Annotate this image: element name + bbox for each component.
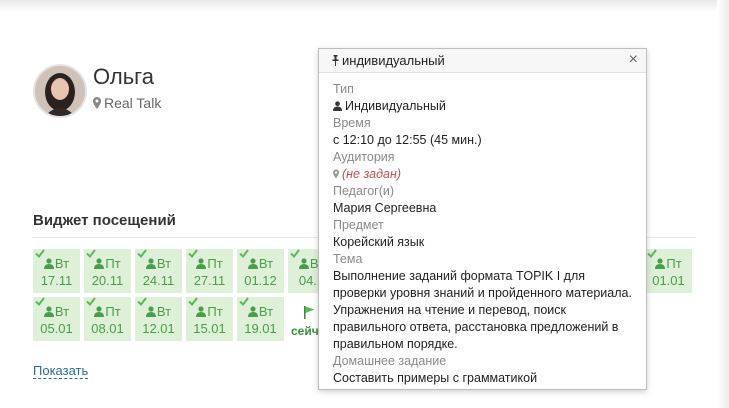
user-icon	[145, 258, 156, 269]
tile-date: 12.01	[142, 321, 175, 336]
attendance-tile[interactable]: Вт 24.11	[135, 249, 182, 293]
tile-day: Вт	[258, 304, 274, 319]
profile-school: Real Talk	[93, 95, 161, 111]
type-value-text: Индивидуальный	[345, 99, 446, 113]
user-icon	[145, 306, 156, 317]
attendance-tile[interactable]: Вт 12.01	[135, 297, 182, 341]
widget-title: Виджет посещений	[33, 212, 176, 229]
user-icon	[43, 258, 54, 269]
attendance-tile[interactable]: Вт 05.01	[33, 297, 80, 341]
homework-value: Составить примеры с грамматикой	[333, 371, 538, 385]
attendance-tile[interactable]: Пт 15.01	[186, 297, 233, 341]
tile-date: 20.11	[91, 273, 124, 288]
tile-date: 15.01	[193, 321, 226, 336]
time-label: Время	[333, 116, 371, 130]
tile-day: Вт	[258, 256, 274, 271]
pin-icon	[332, 55, 339, 66]
show-more-link[interactable]: Показать	[33, 363, 89, 379]
popover-body: Тип Индивидуальный Время с 12:10 до 12:5…	[333, 81, 638, 387]
lesson-popover: индивидуальный × Тип Индивидуальный Врем…	[318, 48, 647, 390]
topic-value: Выполнение заданий формата TOPIK I для п…	[333, 269, 632, 351]
popover-title: индивидуальный	[332, 53, 445, 68]
homework-label: Домашнее задание	[333, 354, 447, 368]
popover-header: индивидуальный ×	[319, 49, 646, 73]
tile-date: 01.12	[244, 273, 277, 288]
tile-day: Вт	[54, 256, 70, 271]
user-icon	[196, 306, 207, 317]
map-pin-icon	[93, 97, 101, 109]
attendance-tile[interactable]: Пт 08.01	[84, 297, 131, 341]
user-icon	[247, 306, 258, 317]
teacher-value: Мария Сергеевна	[333, 201, 437, 215]
user-icon	[247, 258, 258, 269]
attendance-tile[interactable]: Пт 20.11	[84, 249, 131, 293]
attendance-tile[interactable]: Вт 17.11	[33, 249, 80, 293]
attendance-tile[interactable]: Пт 01.01	[645, 249, 692, 293]
avatar	[33, 64, 87, 118]
map-pin-icon	[333, 169, 339, 179]
top-shadow	[0, 0, 729, 12]
profile-name: Ольга	[93, 64, 154, 89]
tile-day: Пт	[207, 256, 223, 271]
user-icon	[43, 306, 54, 317]
topic-label: Тема	[333, 252, 363, 266]
room-label: Аудитория	[333, 150, 395, 164]
tile-date: 27.11	[193, 273, 226, 288]
user-icon	[333, 101, 342, 111]
attendance-tile[interactable]: Вт 19.01	[237, 297, 284, 341]
school-name: Real Talk	[104, 95, 162, 111]
subject-label: Предмет	[333, 218, 384, 232]
time-value: с 12:10 до 12:55 (45 мин.)	[333, 133, 482, 147]
avatar-photo	[35, 66, 85, 116]
tile-date: 17.11	[40, 273, 73, 288]
user-icon	[94, 258, 105, 269]
room-value: (не задан)	[333, 166, 638, 183]
close-icon[interactable]: ×	[629, 51, 638, 69]
tile-date: 01.01	[652, 273, 685, 288]
tile-day: Вт	[156, 304, 172, 319]
user-icon	[196, 258, 207, 269]
type-value: Индивидуальный	[333, 98, 638, 115]
flag-icon	[304, 306, 315, 319]
attendance-tile[interactable]: Пт 27.11	[186, 249, 233, 293]
tile-day: Пт	[105, 256, 121, 271]
tile-day: Пт	[207, 304, 223, 319]
tile-day: Вт	[54, 304, 70, 319]
tile-date: 24.11	[142, 273, 175, 288]
attendance-tile[interactable]: Вт 01.12	[237, 249, 284, 293]
type-label: Тип	[333, 82, 354, 96]
user-icon	[655, 258, 666, 269]
tile-date: 05.01	[40, 321, 73, 336]
tile-day: Вт	[156, 256, 172, 271]
user-icon	[298, 258, 309, 269]
tile-date: 08.01	[91, 321, 124, 336]
room-value-text: (не задан)	[342, 167, 401, 181]
popover-title-text: индивидуальный	[342, 53, 445, 68]
now-label: сейч	[291, 324, 319, 338]
teacher-label: Педагог(и)	[333, 184, 395, 198]
subject-value: Корейский язык	[333, 235, 425, 249]
right-shadow	[717, 0, 729, 408]
tile-day: Пт	[666, 256, 682, 271]
user-icon	[94, 306, 105, 317]
tile-date: 19.01	[244, 321, 277, 336]
tile-day: Пт	[105, 304, 121, 319]
